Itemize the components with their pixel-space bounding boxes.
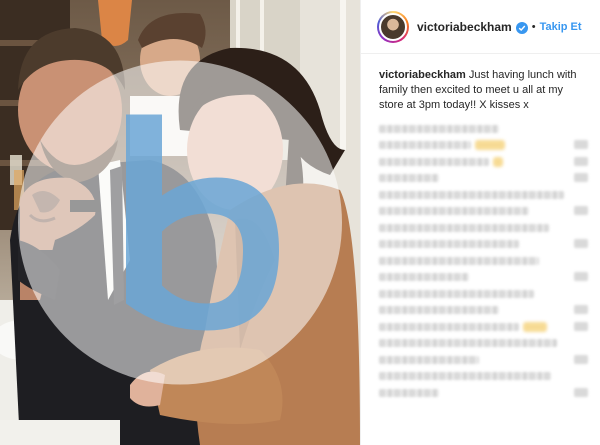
blurred-text [379, 372, 551, 380]
blurred-text [379, 124, 499, 133]
caption-username-link[interactable]: victoriabeckham [379, 69, 466, 81]
blurred-text [379, 322, 519, 331]
blurred-text [379, 157, 489, 166]
blurred-like-icon [574, 305, 588, 314]
blurred-comment [379, 220, 588, 235]
blurred-text [379, 256, 539, 265]
username-link[interactable]: victoriabeckham [417, 20, 512, 34]
blurred-comment [379, 121, 588, 136]
blurred-text [379, 306, 499, 314]
blurred-comment [379, 236, 588, 251]
blurred-text [379, 355, 479, 364]
blurred-like-icon [574, 239, 588, 248]
blurred-text [379, 174, 439, 182]
post-caption: victoriabeckham Just having lunch with f… [361, 54, 600, 113]
follow-button[interactable]: Takip Et [540, 21, 582, 33]
blurred-text [379, 223, 549, 232]
post-photo [0, 0, 360, 445]
blurred-comment [379, 319, 588, 334]
blurred-like-icon [574, 321, 588, 331]
separator-dot: • [531, 20, 536, 33]
verified-badge-icon [515, 21, 528, 34]
blurred-comment [379, 368, 588, 383]
blurred-comment [379, 187, 588, 202]
blurred-comment [379, 170, 588, 185]
blurred-like-icon [574, 140, 588, 149]
profile-avatar[interactable] [377, 10, 409, 43]
blurred-comment [379, 335, 588, 350]
blurred-text [379, 207, 529, 215]
blurred-text [379, 240, 519, 248]
blurred-text [379, 339, 557, 347]
blurred-comment [379, 203, 588, 218]
blurred-text [379, 190, 564, 199]
post-side-panel: victoriabeckham • Takip Et victoriabeckh… [360, 0, 600, 445]
blurred-comment [379, 286, 588, 301]
blurred-like-icon [574, 272, 588, 281]
blurred-like-icon [574, 387, 588, 397]
blurred-comment [379, 385, 588, 400]
blurred-text [379, 141, 471, 149]
blurred-like-icon [574, 206, 588, 215]
blurred-text [379, 289, 534, 298]
blurred-comment [379, 269, 588, 284]
blurred-like-icon [574, 156, 588, 166]
blurred-text [379, 388, 439, 397]
blurred-emoji [493, 156, 503, 167]
blurred-emoji [475, 140, 505, 150]
blurred-comment [379, 352, 588, 367]
blurred-text [379, 273, 469, 281]
comments-list-blurred [361, 113, 600, 400]
blurred-comment [379, 253, 588, 268]
blurred-like-icon [574, 173, 588, 182]
blurred-like-icon [574, 354, 588, 364]
avatar-photo [379, 12, 407, 41]
blurred-emoji [523, 321, 547, 332]
blurred-comment [379, 302, 588, 317]
blurred-comment [379, 137, 588, 152]
post-header: victoriabeckham • Takip Et [361, 0, 600, 54]
site-watermark-logo [18, 60, 342, 385]
blurred-comment [379, 154, 588, 169]
